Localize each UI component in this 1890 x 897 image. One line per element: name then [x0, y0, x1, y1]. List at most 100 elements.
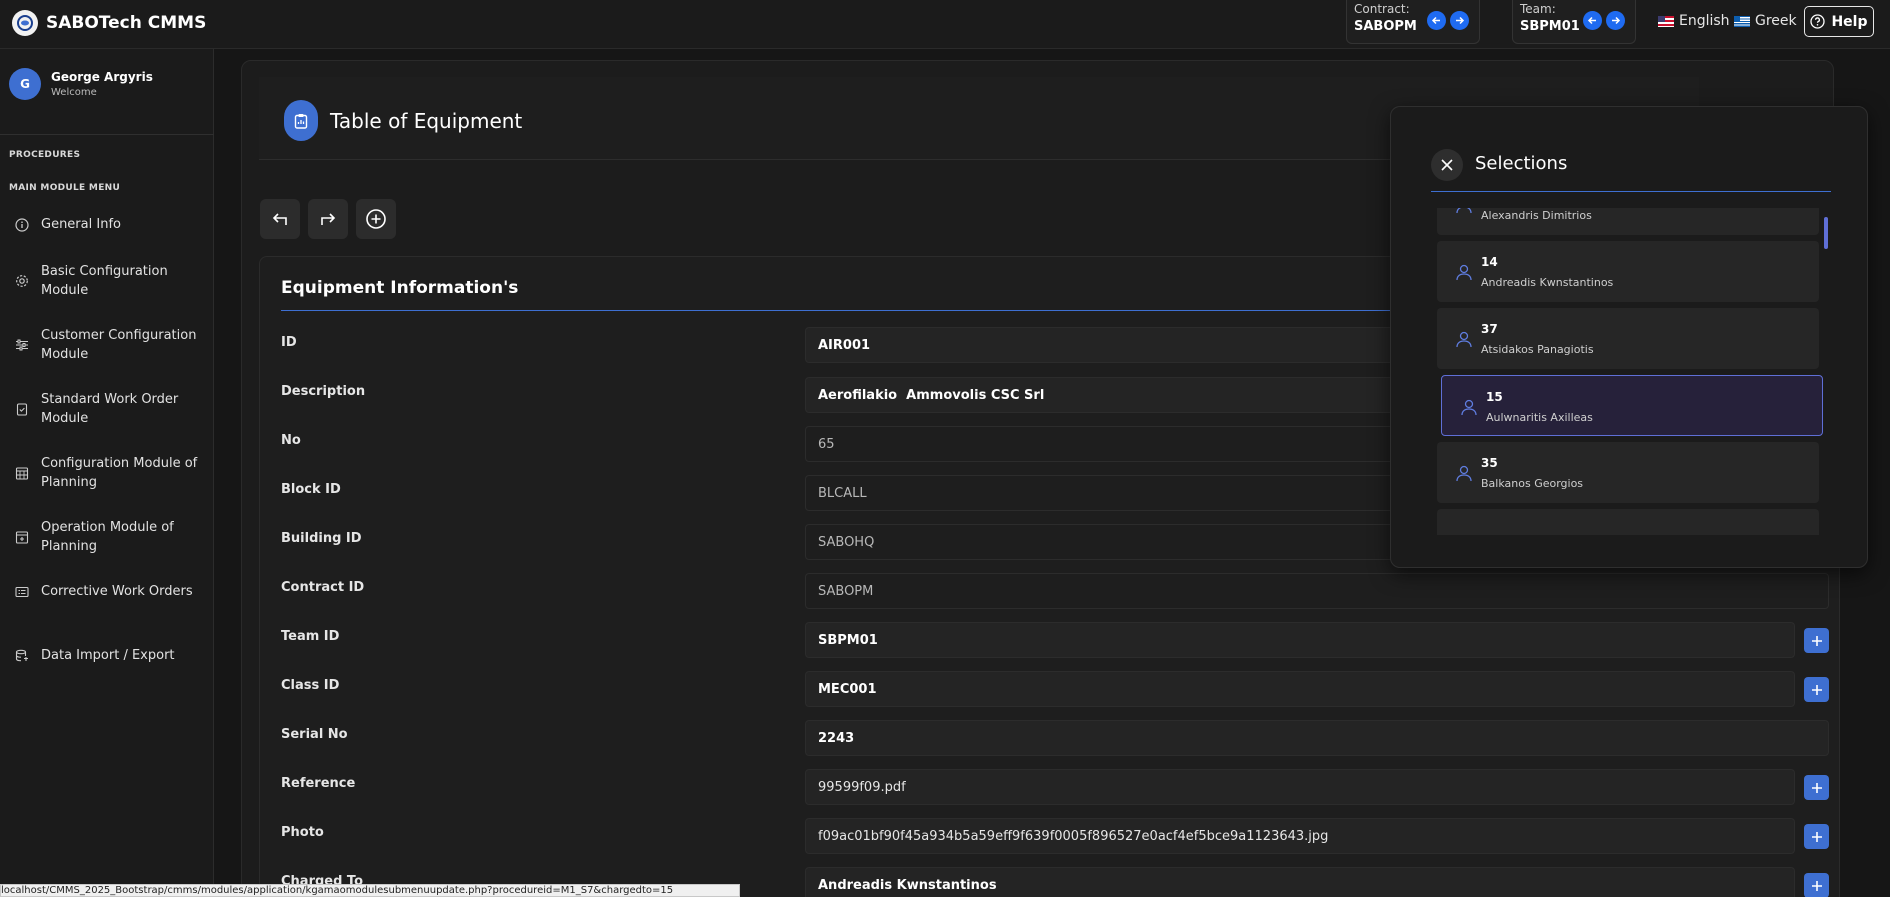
selection-name: Balkanos Georgios: [1481, 477, 1584, 490]
avatar: G: [9, 68, 41, 100]
info-icon: [15, 217, 31, 232]
language-greek[interactable]: Greek: [1734, 13, 1797, 29]
charged-to-add-button[interactable]: [1804, 873, 1829, 897]
status-bar-url: localhost/CMMS_2025_Bootstrap/cmms/modul…: [0, 884, 740, 897]
sidebar-item-label: Corrective Work Orders: [41, 584, 193, 599]
database-icon: [15, 649, 31, 663]
selections-scrollbar[interactable]: [1824, 217, 1828, 249]
selections-title: Selections: [1475, 153, 1568, 174]
sidebar-item-general-info[interactable]: General Info: [15, 215, 205, 234]
top-bar: SABOTech CMMS Contract: SABOPM Team: SBP…: [0, 0, 1890, 49]
sidebar-item-configuration-planning[interactable]: Configuration Module of Planning: [15, 454, 205, 492]
card-list-icon: [15, 585, 31, 599]
question-circle-icon: [1810, 14, 1826, 29]
form-section-title: Equipment Information's: [281, 278, 519, 298]
selections-panel: Selections 30 Alexandris Dimitrios 14 An…: [1390, 106, 1868, 568]
calendar-grid-icon: [15, 466, 31, 480]
contract-prev-icon[interactable]: [1427, 11, 1446, 30]
user-subtitle: Welcome: [51, 87, 97, 98]
clipboard-icon: [284, 100, 318, 141]
field-label-no: No: [281, 433, 301, 448]
help-button[interactable]: Help: [1804, 6, 1874, 37]
field-label-contract-id: Contract ID: [281, 580, 365, 595]
add-button[interactable]: [356, 199, 396, 239]
brand[interactable]: SABOTech CMMS: [12, 10, 206, 36]
sidebar-divider: [0, 134, 214, 135]
charged-to-field[interactable]: Andreadis Kwnstantinos: [805, 867, 1795, 897]
user-icon: [1455, 263, 1473, 281]
sliders-icon: [15, 338, 31, 352]
redo-button[interactable]: [308, 199, 348, 239]
selection-name: Aulwnaritis Axilleas: [1486, 411, 1593, 424]
sidebar-item-label: General Info: [41, 217, 121, 232]
plus-icon: [1811, 831, 1823, 843]
close-button[interactable]: [1431, 149, 1463, 181]
serial-no-field[interactable]: 2243: [805, 720, 1829, 756]
team-next-icon[interactable]: [1606, 11, 1625, 30]
sidebar-item-label: Basic Configuration Module: [41, 264, 168, 298]
gear-icon: [15, 274, 31, 288]
plus-icon: [1811, 635, 1823, 647]
user-profile[interactable]: G George Argyris Welcome: [9, 68, 153, 100]
field-label-building-id: Building ID: [281, 531, 362, 546]
sidebar-item-label: Configuration Module of Planning: [41, 456, 198, 490]
team-selector: Team: SBPM01: [1512, 0, 1636, 44]
sabotech-logo-icon: [12, 10, 38, 36]
selections-divider: [1431, 191, 1831, 192]
greek-flag-icon: [1734, 15, 1750, 27]
selection-id: 15: [1486, 390, 1503, 404]
plus-icon: [1811, 880, 1823, 892]
sidebar-item-customer-configuration[interactable]: Customer Configuration Module: [15, 326, 205, 364]
language-english[interactable]: English: [1658, 13, 1730, 29]
us-flag-icon: [1658, 15, 1674, 27]
sidebar-item-basic-configuration[interactable]: Basic Configuration Module: [15, 262, 205, 300]
sidebar-item-corrective-work-orders[interactable]: Corrective Work Orders: [15, 582, 205, 601]
language-greek-label: Greek: [1755, 13, 1797, 29]
photo-field[interactable]: f09ac01bf90f45a934b5a59eff9f639f0005f896…: [805, 818, 1795, 854]
team-id-field[interactable]: SBPM01: [805, 622, 1795, 658]
user-icon: [1455, 208, 1473, 214]
sidebar-item-label: Customer Configuration Module: [41, 328, 197, 362]
arrow-back-icon: [270, 209, 290, 229]
list-item[interactable]: 30 Alexandris Dimitrios: [1437, 208, 1819, 235]
undo-button[interactable]: [260, 199, 300, 239]
contract-id-field[interactable]: SABOPM: [805, 573, 1829, 609]
field-label-block-id: Block ID: [281, 482, 341, 497]
sidebar-item-data-import-export[interactable]: Data Import / Export: [15, 646, 205, 665]
contract-selector: Contract: SABOPM: [1346, 0, 1480, 44]
clipboard-check-icon: [15, 402, 31, 416]
sidebar-item-standard-work-order[interactable]: Standard Work Order Module: [15, 390, 205, 428]
language-english-label: English: [1679, 13, 1730, 29]
list-item[interactable]: 14 Andreadis Kwnstantinos: [1437, 241, 1819, 302]
field-label-description: Description: [281, 384, 366, 399]
reference-field[interactable]: 99599f09.pdf: [805, 769, 1795, 805]
user-name: George Argyris: [51, 70, 153, 84]
selection-name: Andreadis Kwnstantinos: [1481, 276, 1614, 289]
user-icon: [1455, 330, 1473, 348]
reference-add-button[interactable]: [1804, 775, 1829, 800]
sidebar-item-label: Data Import / Export: [41, 648, 175, 663]
list-item[interactable]: [1437, 509, 1819, 535]
selection-name: Alexandris Dimitrios: [1481, 209, 1592, 222]
field-label-class-id: Class ID: [281, 678, 340, 693]
list-item-selected[interactable]: 15 Aulwnaritis Axilleas: [1441, 375, 1823, 436]
field-label-reference: Reference: [281, 776, 356, 791]
photo-add-button[interactable]: [1804, 824, 1829, 849]
user-icon: [1460, 398, 1478, 416]
class-id-add-button[interactable]: [1804, 677, 1829, 702]
field-label-photo: Photo: [281, 825, 324, 840]
sidebar-item-operation-planning[interactable]: Operation Module of Planning: [15, 518, 205, 556]
list-item[interactable]: 37 Atsidakos Panagiotis: [1437, 308, 1819, 369]
selections-list[interactable]: 30 Alexandris Dimitrios 14 Andreadis Kwn…: [1437, 208, 1824, 535]
calendar-plus-icon: [15, 530, 31, 544]
contract-next-icon[interactable]: [1450, 11, 1469, 30]
list-item[interactable]: 35 Balkanos Georgios: [1437, 442, 1819, 503]
team-id-add-button[interactable]: [1804, 628, 1829, 653]
sidebar-item-label: Standard Work Order Module: [41, 392, 179, 426]
sidebar-item-label: Operation Module of Planning: [41, 520, 174, 554]
class-id-field[interactable]: MEC001: [805, 671, 1795, 707]
page-title: Table of Equipment: [330, 109, 523, 133]
field-label-team-id: Team ID: [281, 629, 340, 644]
team-prev-icon[interactable]: [1583, 11, 1602, 30]
help-label: Help: [1831, 13, 1868, 30]
